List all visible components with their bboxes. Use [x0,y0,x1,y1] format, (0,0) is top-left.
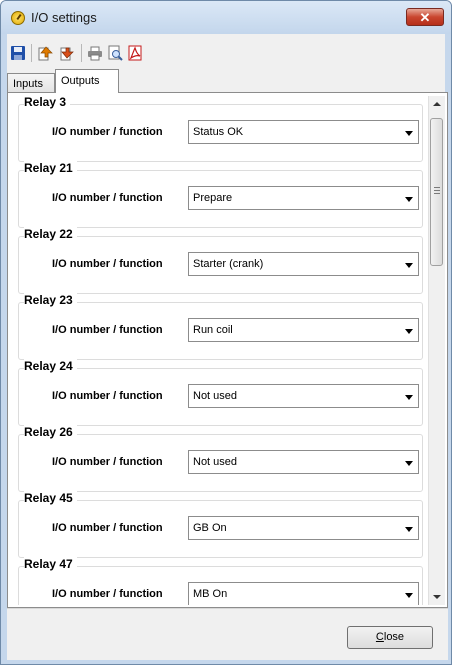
io-function-select[interactable]: MB On [188,582,419,605]
outputs-panel: Relay 3 I/O number / function Status OK … [7,92,448,608]
io-function-value: MB On [193,588,228,600]
chevron-down-icon[interactable] [405,263,413,268]
import-icon[interactable] [37,45,53,61]
relay-title: Relay 24 [24,359,77,373]
io-function-select[interactable]: GB On [188,516,419,540]
tab-outputs[interactable]: Outputs [55,69,119,93]
io-settings-window: I/O settings ✕ Inputs Outputs Relay 3 I/… [0,0,452,665]
io-function-select[interactable]: Prepare [188,186,419,210]
io-function-select[interactable]: Status OK [188,120,419,144]
pdf-icon[interactable] [127,45,143,61]
relay-group: Relay 26 I/O number / function Not used [18,425,423,492]
chevron-down-icon[interactable] [405,131,413,136]
scroll-up-arrow-icon[interactable] [433,102,441,106]
chevron-down-icon[interactable] [405,329,413,334]
tab-inputs[interactable]: Inputs [7,73,55,93]
print-icon[interactable] [87,45,103,61]
io-function-value: Starter (crank) [193,258,264,270]
io-function-label: I/O number / function [52,324,163,336]
dialog-footer: Close [7,608,448,660]
chevron-down-icon[interactable] [405,461,413,466]
io-function-select[interactable]: Not used [188,384,419,408]
io-function-value: Run coil [193,324,233,336]
toolbar-separator [31,44,32,62]
relay-title: Relay 47 [24,557,77,571]
chevron-down-icon[interactable] [405,395,413,400]
relay-group: Relay 47 I/O number / function MB On [18,557,423,605]
io-function-value: Prepare [193,192,233,204]
scroll-down-arrow-icon[interactable] [433,595,441,599]
chevron-down-icon[interactable] [405,593,413,598]
io-function-select[interactable]: Not used [188,450,419,474]
io-function-value: Not used [193,390,238,402]
close-mnemonic: C [375,631,384,643]
relay-list: Relay 3 I/O number / function Status OK … [14,96,425,605]
chevron-down-icon[interactable] [405,527,413,532]
relay-title: Relay 22 [24,227,77,241]
io-function-select[interactable]: Run coil [188,318,419,342]
relay-title: Relay 26 [24,425,77,439]
io-function-label: I/O number / function [52,588,163,600]
toolbar-separator [81,44,82,62]
io-function-label: I/O number / function [52,258,163,270]
tab-strip: Inputs Outputs [7,69,445,93]
close-label: lose [383,631,405,643]
toolbar [7,34,445,72]
vertical-scrollbar[interactable] [428,96,445,605]
relay-group: Relay 3 I/O number / function Status OK [18,96,423,162]
relay-title: Relay 23 [24,293,77,307]
print-preview-icon[interactable] [107,45,123,61]
io-function-label: I/O number / function [52,522,163,534]
relay-group: Relay 23 I/O number / function Run coil [18,293,423,360]
export-icon[interactable] [59,45,75,61]
scrollbar-thumb[interactable] [430,118,443,266]
io-function-label: I/O number / function [52,390,163,402]
relay-title: Relay 3 [24,96,71,109]
window-close-button[interactable]: ✕ [406,8,444,26]
close-button[interactable]: Close [347,626,433,649]
app-icon [11,11,25,25]
io-function-value: GB On [193,522,227,534]
relay-title: Relay 45 [24,491,77,505]
io-function-select[interactable]: Starter (crank) [188,252,419,276]
io-function-label: I/O number / function [52,192,163,204]
relay-group: Relay 45 I/O number / function GB On [18,491,423,558]
io-function-value: Not used [193,456,238,468]
chevron-down-icon[interactable] [405,197,413,202]
relay-group: Relay 22 I/O number / function Starter (… [18,227,423,294]
io-function-value: Status OK [193,126,244,138]
save-icon[interactable] [10,45,26,61]
grip-icon [434,187,440,194]
window-title: I/O settings [31,10,97,25]
relay-group: Relay 24 I/O number / function Not used [18,359,423,426]
relay-group: Relay 21 I/O number / function Prepare [18,161,423,228]
title-bar[interactable]: I/O settings ✕ [1,1,451,34]
io-function-label: I/O number / function [52,126,163,138]
io-function-label: I/O number / function [52,456,163,468]
relay-title: Relay 21 [24,161,77,175]
